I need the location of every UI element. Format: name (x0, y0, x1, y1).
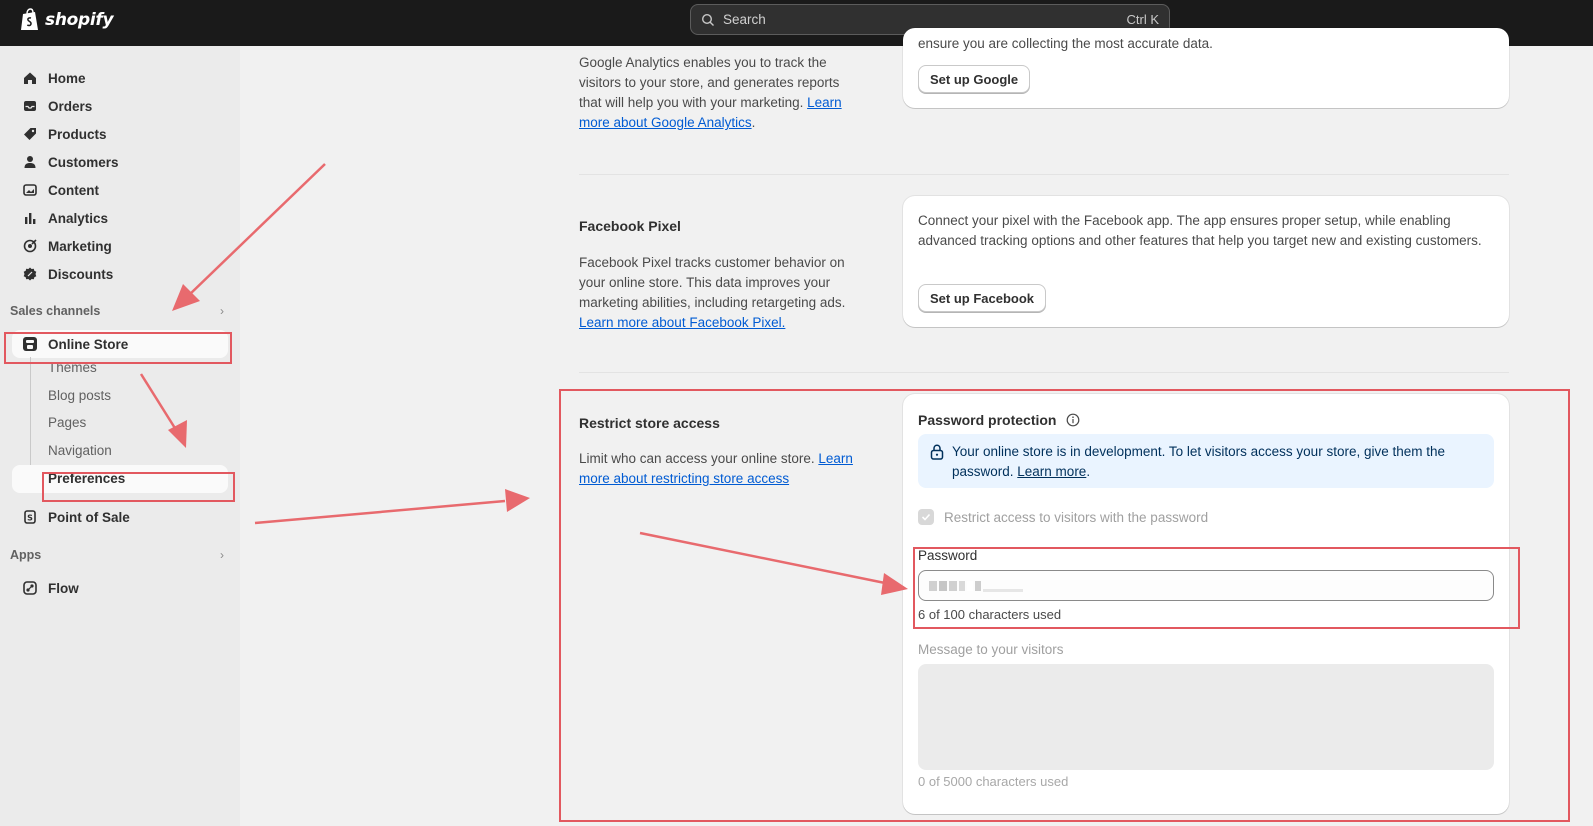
google-desc-text: Google Analytics enables you to track th… (579, 55, 840, 110)
annotation-box-password-field (913, 547, 1520, 629)
person-icon (22, 154, 38, 170)
arrow-to-restrict-section (254, 489, 530, 525)
annotation-box-online-store (4, 332, 232, 364)
section-divider (579, 372, 1509, 373)
sidebar-item-label: Marketing (48, 238, 112, 254)
sidebar-item-label: Point of Sale (48, 509, 130, 525)
sidebar-item-discounts[interactable]: Discounts (12, 260, 228, 288)
facebook-pixel-title: Facebook Pixel (579, 218, 681, 234)
apps-header[interactable]: Apps › (10, 548, 224, 562)
facebook-card: Connect your pixel with the Facebook app… (903, 196, 1509, 327)
chevron-right-icon: › (220, 548, 224, 562)
shopify-logo[interactable]: shopify (20, 8, 114, 32)
apps-label: Apps (10, 548, 42, 562)
sidebar-item-flow[interactable]: Flow (12, 574, 228, 602)
pos-icon: S (22, 509, 38, 525)
facebook-pixel-description: Facebook Pixel tracks customer behavior … (579, 253, 864, 333)
google-card-text: ensure you are collecting the most accur… (918, 36, 1213, 51)
sales-channels-label: Sales channels (10, 304, 101, 318)
sidebar-item-home[interactable]: Home (12, 64, 228, 92)
target-icon (22, 238, 38, 254)
tag-icon (22, 126, 38, 142)
google-card: ensure you are collecting the most accur… (903, 28, 1509, 108)
setup-google-button[interactable]: Set up Google (918, 65, 1031, 93)
sidebar-item-label: Flow (48, 580, 79, 596)
search-icon (701, 13, 714, 26)
google-analytics-description: Google Analytics enables you to track th… (579, 53, 864, 133)
facebook-card-text: Connect your pixel with the Facebook app… (918, 213, 1482, 248)
inbox-icon (22, 98, 38, 114)
sidebar-item-label: Home (48, 70, 86, 86)
sidebar-item-label: Analytics (48, 210, 109, 226)
sidebar-item-analytics[interactable]: Analytics (12, 204, 228, 232)
sidebar-item-label: Content (48, 182, 99, 198)
sidebar-item-orders[interactable]: Orders (12, 92, 228, 120)
sidebar-subitem-navigation[interactable]: Navigation (48, 443, 112, 458)
setup-facebook-button[interactable]: Set up Facebook (918, 284, 1047, 312)
sidebar-item-content[interactable]: Content (12, 176, 228, 204)
bar-chart-icon (22, 210, 38, 226)
section-divider (579, 174, 1509, 175)
sidebar-item-marketing[interactable]: Marketing (12, 232, 228, 260)
image-icon (22, 182, 38, 198)
facebook-desc-text: Facebook Pixel tracks customer behavior … (579, 255, 846, 310)
shopify-bag-icon (21, 8, 38, 30)
logo-text: shopify (45, 10, 114, 30)
sidebar-item-label: Products (48, 126, 107, 142)
subnav-connector-line (30, 357, 31, 482)
annotation-box-preferences (42, 472, 235, 502)
sidebar-item-label: Orders (48, 98, 93, 114)
sidebar-item-customers[interactable]: Customers (12, 148, 228, 176)
search-shortcut: Ctrl K (1126, 12, 1160, 27)
search-placeholder: Search (723, 12, 766, 27)
flow-icon (22, 580, 38, 596)
sidebar-subitem-blog-posts[interactable]: Blog posts (48, 388, 111, 403)
facebook-learn-more-link[interactable]: Learn more about Facebook Pixel. (579, 315, 785, 330)
sidebar-item-label: Customers (48, 154, 119, 170)
sidebar-subitem-pages[interactable]: Pages (48, 415, 86, 430)
google-desc-suffix: . (751, 115, 756, 130)
home-icon (22, 70, 38, 86)
chevron-right-icon: › (220, 304, 224, 318)
discount-icon (22, 266, 38, 282)
svg-text:S: S (27, 514, 33, 523)
sidebar-item-point-of-sale[interactable]: S Point of Sale (12, 503, 228, 531)
sales-channels-header[interactable]: Sales channels › (10, 304, 224, 318)
sidebar-item-label: Discounts (48, 266, 114, 282)
sidebar-item-products[interactable]: Products (12, 120, 228, 148)
